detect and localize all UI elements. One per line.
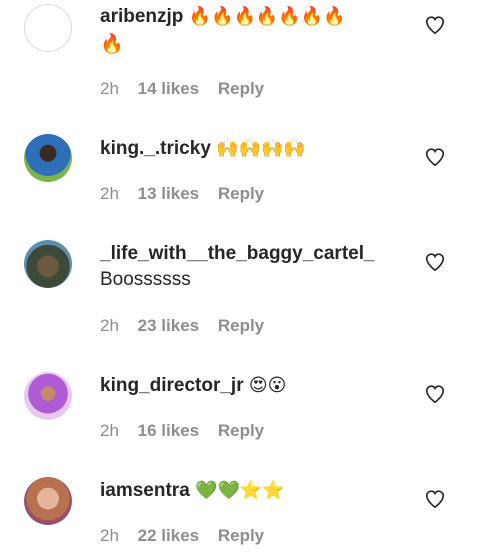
- avatar[interactable]: [24, 240, 72, 288]
- heart-icon[interactable]: [424, 251, 446, 273]
- comment-line: king_director_jr 😍😮: [100, 373, 400, 399]
- timestamp: 2h: [100, 184, 119, 203]
- timestamp: 2h: [100, 316, 119, 335]
- comment-emoji: 🔥🔥🔥🔥🔥🔥🔥: [188, 6, 346, 27]
- reply-button[interactable]: Reply: [218, 184, 264, 203]
- avatar[interactable]: [24, 372, 72, 420]
- username[interactable]: iamsentra: [100, 480, 190, 501]
- heart-icon[interactable]: [424, 488, 446, 510]
- comment-line: aribenzjp 🔥🔥🔥🔥🔥🔥🔥: [100, 4, 400, 30]
- avatar[interactable]: [24, 4, 72, 52]
- avatar[interactable]: [24, 477, 72, 525]
- reply-button[interactable]: Reply: [218, 526, 264, 545]
- timestamp: 2h: [100, 421, 119, 440]
- heart-icon[interactable]: [424, 146, 446, 168]
- comment-text: Boossssss: [100, 269, 191, 290]
- comment-meta: 2h 23 likes Reply: [100, 316, 278, 336]
- username[interactable]: aribenzjp: [100, 6, 183, 27]
- timestamp: 2h: [100, 526, 119, 545]
- comment-emoji: 🙌🙌🙌🙌: [216, 138, 306, 159]
- comment-meta: 2h 16 likes Reply: [100, 421, 278, 441]
- heart-icon[interactable]: [424, 383, 446, 405]
- comment-meta: 2h 14 likes Reply: [100, 79, 278, 99]
- username[interactable]: king._.tricky: [100, 138, 211, 159]
- reply-button[interactable]: Reply: [218, 316, 264, 335]
- comment-line: king._.tricky 🙌🙌🙌🙌: [100, 136, 400, 162]
- comment-emoji-continued: 🔥: [100, 33, 124, 55]
- reply-button[interactable]: Reply: [218, 79, 264, 98]
- username[interactable]: _life_with__the_baggy_cartel_: [100, 243, 375, 264]
- comment-emoji: 😍😮: [248, 375, 287, 396]
- likes-count[interactable]: 23 likes: [138, 316, 199, 335]
- likes-count[interactable]: 16 likes: [138, 421, 199, 440]
- username[interactable]: king_director_jr: [100, 375, 244, 396]
- likes-count[interactable]: 13 likes: [138, 184, 199, 203]
- heart-icon[interactable]: [424, 14, 446, 36]
- likes-count[interactable]: 22 likes: [138, 526, 199, 545]
- comment-line: iamsentra 💚💚⭐⭐: [100, 478, 400, 504]
- reply-button[interactable]: Reply: [218, 421, 264, 440]
- comment-line: _life_with__the_baggy_cartel_: [100, 241, 430, 267]
- comment-meta: 2h 22 likes Reply: [100, 526, 278, 546]
- comment-meta: 2h 13 likes Reply: [100, 184, 278, 204]
- likes-count[interactable]: 14 likes: [138, 79, 199, 98]
- timestamp: 2h: [100, 79, 119, 98]
- avatar[interactable]: [24, 134, 72, 182]
- comment-emoji: 💚💚⭐⭐: [195, 480, 285, 501]
